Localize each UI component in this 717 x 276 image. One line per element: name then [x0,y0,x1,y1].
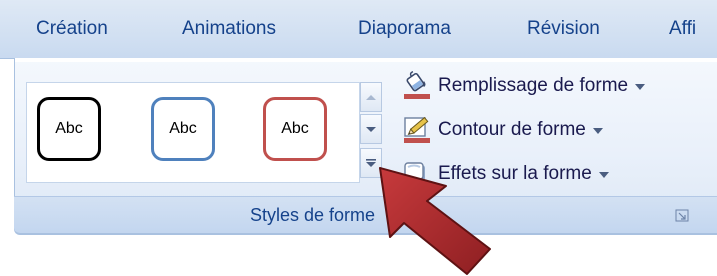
tab-creation[interactable]: Création [36,18,108,40]
chevron-up-icon [366,94,376,100]
shape-styles-gallery: Abc Abc Abc [26,82,360,183]
group-label: Styles de forme [250,205,376,225]
ribbon-screenshot: Création Animations Diaporama Révision A… [0,0,717,276]
chevron-down-icon [635,84,646,90]
gallery-more-icon [366,159,376,167]
pencil-icon [402,115,432,145]
ribbon-tab-strip: Création Animations Diaporama Révision A… [0,0,717,59]
gallery-scroll-down-button[interactable] [360,114,382,144]
tab-revision[interactable]: Révision [527,18,600,40]
shape-effects-label: Effets sur la forme [438,163,592,184]
dialog-launcher-icon[interactable] [675,209,689,222]
gallery-scroll-up-button[interactable] [360,82,382,112]
paint-bucket-icon [402,71,432,101]
shape-style-label: Abc [55,120,83,137]
chevron-down-icon [598,172,609,178]
shape-style-thumbnail[interactable]: Abc [263,97,327,161]
shape-fill-label: Remplissage de forme [438,75,629,96]
chevron-down-icon [592,128,603,134]
gallery-more-button[interactable] [360,148,382,178]
chevron-down-icon [366,126,376,132]
tab-diaporama[interactable]: Diaporama [358,18,451,40]
ribbon-highlight [15,58,717,62]
shape-outline-label: Contour de forme [438,119,586,140]
shape-style-thumbnail[interactable]: Abc [151,97,215,161]
shape-style-thumbnail[interactable]: Abc [37,97,101,161]
shape-effects-button[interactable]: Effets sur la forme [402,158,609,190]
shape-outline-button[interactable]: Contour de forme [402,114,603,146]
shape-style-label: Abc [169,120,197,137]
group-label-bar: Styles de forme [14,196,717,234]
shape-effects-icon [402,159,432,189]
shape-fill-button[interactable]: Remplissage de forme [402,70,646,102]
tab-animations[interactable]: Animations [182,18,276,40]
tab-affichage[interactable]: Affi [669,18,696,40]
shape-style-label: Abc [281,120,309,137]
